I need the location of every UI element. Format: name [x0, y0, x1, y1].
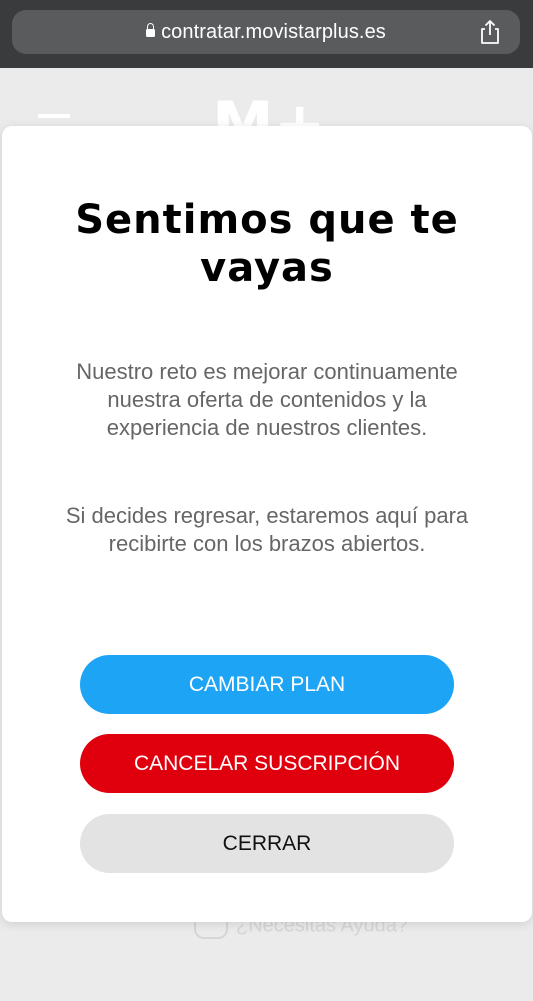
cancel-subscription-button[interactable]: CANCELAR SUSCRIPCIÓN — [80, 734, 454, 793]
modal-paragraph-2: Si decides regresar, estaremos aquí para… — [65, 503, 469, 556]
change-plan-button[interactable]: CAMBIAR PLAN — [80, 655, 454, 714]
lock-icon — [146, 23, 156, 37]
modal-paragraph-1: Nuestro reto es mejorar continuamente nu… — [76, 359, 458, 440]
modal-title: Sentimos que te vayas — [75, 197, 459, 291]
address-bar[interactable]: contratar.movistarplus.es — [12, 10, 520, 54]
share-icon[interactable] — [476, 18, 504, 46]
menu-icon — [38, 114, 70, 118]
url-text: contratar.movistarplus.es — [161, 21, 386, 43]
close-button[interactable]: CERRAR — [80, 814, 454, 873]
url-display[interactable]: contratar.movistarplus.es — [12, 21, 520, 44]
cancel-modal: Sentimos que te vayas Nuestro reto es me… — [2, 126, 532, 922]
browser-toolbar: contratar.movistarplus.es — [0, 0, 533, 68]
